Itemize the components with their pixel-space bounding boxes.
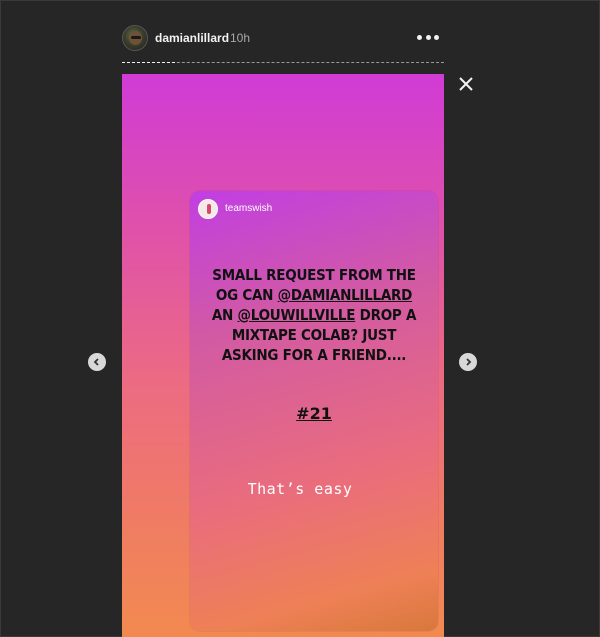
story-progress-fill: [122, 62, 175, 63]
shared-post-avatar: [198, 199, 218, 219]
close-icon[interactable]: [458, 76, 474, 92]
mention-louwillville[interactable]: @LOUWILLVILLE: [238, 306, 356, 324]
mention-damianlillard[interactable]: @DAMIANLILLARD: [278, 286, 413, 304]
post-text-part: AN: [211, 306, 238, 324]
more-dot: [425, 34, 431, 40]
story-viewer: damianlillard 10h teamswish SMALL REQUES…: [0, 0, 600, 637]
hashtag[interactable]: #21: [190, 404, 438, 423]
shared-post-username[interactable]: teamswish: [225, 203, 272, 214]
more-dot: [417, 34, 422, 40]
avatar-figure: [207, 204, 211, 214]
story-reply-text: That’s easy: [247, 480, 353, 498]
more-dot: [434, 34, 439, 40]
avatar-shades: [131, 36, 141, 39]
story-content[interactable]: teamswish SMALL REQUEST FROM THE OG CAN …: [122, 74, 444, 637]
user-avatar[interactable]: [122, 25, 148, 51]
chevron-left-icon[interactable]: [88, 353, 106, 371]
story-username[interactable]: damianlillard: [155, 31, 229, 45]
shared-post-card[interactable]: teamswish SMALL REQUEST FROM THE OG CAN …: [190, 191, 438, 631]
shared-post-text: SMALL REQUEST FROM THE OG CAN @DAMIANLIL…: [211, 265, 417, 365]
chevron-right-icon[interactable]: [459, 353, 477, 371]
more-options-icon[interactable]: [417, 28, 439, 46]
story-timestamp: 10h: [230, 31, 251, 45]
